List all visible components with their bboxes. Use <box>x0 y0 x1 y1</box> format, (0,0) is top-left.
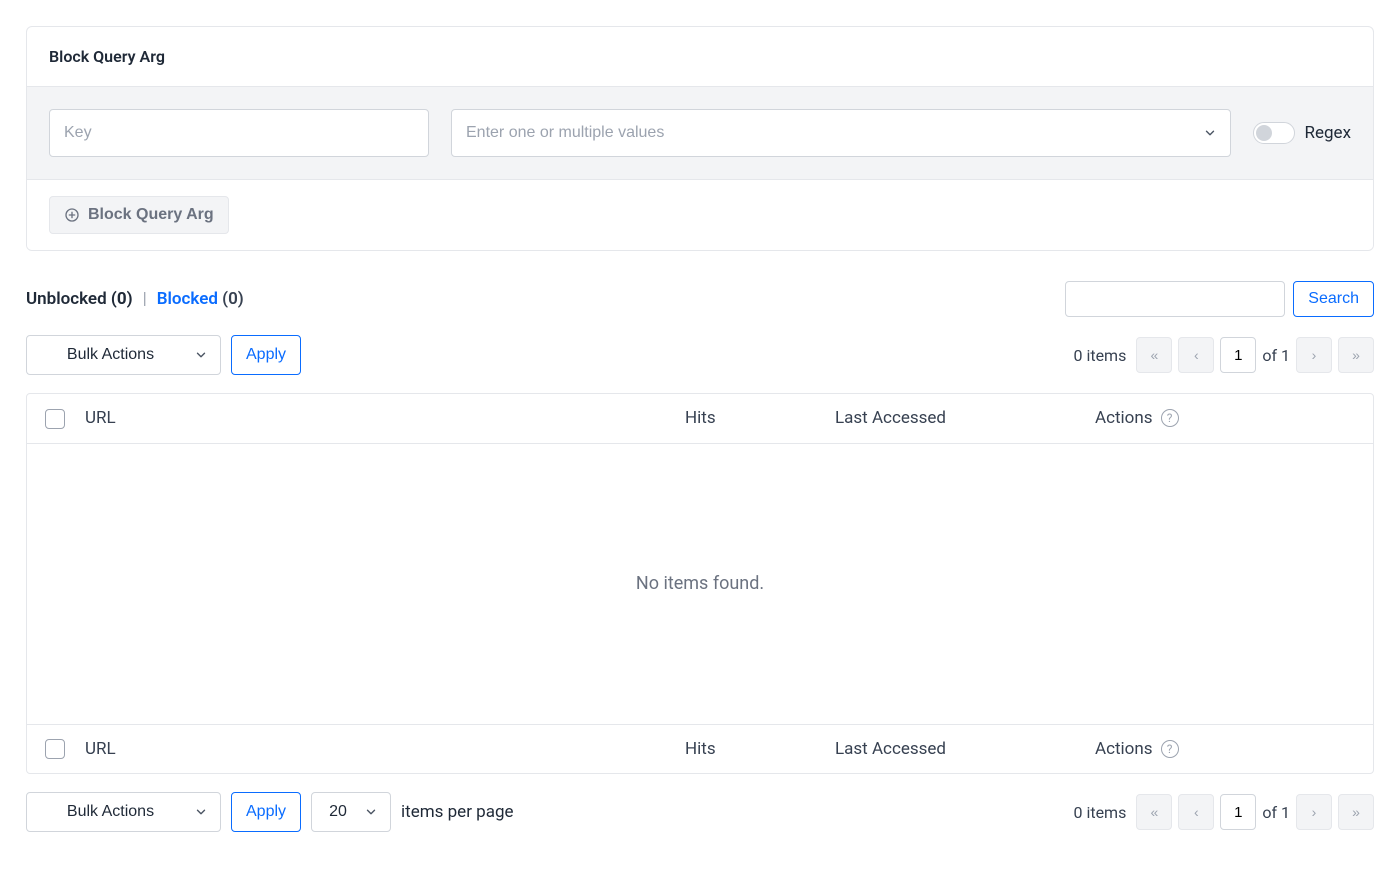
items-count-bottom: 0 items <box>1073 803 1126 822</box>
page-prev-button[interactable]: ‹ <box>1178 794 1214 830</box>
chevron-down-icon <box>194 805 208 819</box>
apply-button-top[interactable]: Apply <box>231 335 301 375</box>
table-body-empty: No items found. <box>27 444 1373 724</box>
page-of-label-bottom: of 1 <box>1262 803 1290 822</box>
help-icon[interactable]: ? <box>1161 740 1179 758</box>
tab-unblocked-count: (0) <box>111 289 133 309</box>
bulk-actions-label: Bulk Actions <box>67 346 154 364</box>
add-button-label: Block Query Arg <box>88 206 214 224</box>
search-button[interactable]: Search <box>1293 281 1374 317</box>
page-input-top[interactable] <box>1220 337 1256 373</box>
regex-toggle[interactable] <box>1253 122 1295 144</box>
help-icon[interactable]: ? <box>1161 409 1179 427</box>
plus-circle-icon <box>64 207 80 223</box>
apply-label: Apply <box>246 346 286 364</box>
block-query-arg-card: Block Query Arg Regex Block Query Arg <box>26 26 1374 251</box>
apply-button-bottom[interactable]: Apply <box>231 792 301 832</box>
select-all-checkbox-bottom[interactable] <box>45 739 65 759</box>
page-last-button[interactable]: » <box>1338 794 1374 830</box>
pagination-top: 0 items « ‹ of 1 › » <box>1073 337 1374 373</box>
card-footer: Block Query Arg <box>27 180 1373 250</box>
table-footer: URL Hits Last Accessed Actions ? <box>27 724 1373 774</box>
pagination-bottom: 0 items « ‹ of 1 › » <box>1073 794 1374 830</box>
page-of-label: of 1 <box>1262 346 1290 365</box>
filter-tabs: Unblocked (0) | Blocked (0) <box>26 289 244 309</box>
tab-unblocked-label: Unblocked <box>26 289 107 309</box>
regex-toggle-wrap: Regex <box>1253 122 1351 144</box>
apply-label-bottom: Apply <box>246 803 286 821</box>
values-input[interactable] <box>451 109 1231 157</box>
results-table: URL Hits Last Accessed Actions ? No item… <box>26 393 1374 774</box>
items-count-top: 0 items <box>1073 346 1126 365</box>
page-last-button[interactable]: » <box>1338 337 1374 373</box>
empty-text: No items found. <box>636 573 764 594</box>
search-button-label: Search <box>1308 290 1359 308</box>
tab-unblocked[interactable]: Unblocked (0) <box>26 289 133 309</box>
chevron-down-icon <box>194 348 208 362</box>
tab-blocked-label: Blocked <box>157 289 218 309</box>
bulk-left-bottom: Bulk Actions Apply 20 items per page <box>26 792 514 832</box>
bulk-actions-label-bottom: Bulk Actions <box>67 803 154 821</box>
tab-blocked-count: (0) <box>222 289 244 309</box>
chevron-down-icon <box>364 805 378 819</box>
page-prev-button[interactable]: ‹ <box>1178 337 1214 373</box>
col-url: URL <box>77 408 677 428</box>
col-hits: Hits <box>677 408 827 428</box>
table-header: URL Hits Last Accessed Actions ? <box>27 394 1373 444</box>
search-input[interactable] <box>1065 281 1285 317</box>
items-per-page-label: items per page <box>401 802 514 822</box>
select-all-checkbox-top[interactable] <box>45 409 65 429</box>
bulk-actions-select-bottom[interactable]: Bulk Actions <box>26 792 221 832</box>
page-next-button[interactable]: › <box>1296 794 1332 830</box>
page-first-button[interactable]: « <box>1136 337 1172 373</box>
col-last-accessed: Last Accessed <box>827 408 1087 428</box>
add-block-query-arg-button[interactable]: Block Query Arg <box>49 196 229 234</box>
col-url-bottom: URL <box>77 739 677 759</box>
page-next-button[interactable]: › <box>1296 337 1332 373</box>
card-title: Block Query Arg <box>27 27 1373 86</box>
items-per-page-select[interactable]: 20 <box>311 792 391 832</box>
tab-blocked[interactable]: Blocked (0) <box>157 289 244 309</box>
page-first-button[interactable]: « <box>1136 794 1172 830</box>
search-row: Search <box>1065 281 1374 317</box>
col-hits-bottom: Hits <box>677 739 827 759</box>
tab-separator: | <box>143 289 147 309</box>
card-body: Regex <box>27 86 1373 180</box>
col-actions-label-bottom: Actions <box>1095 739 1153 759</box>
col-actions: Actions ? <box>1087 408 1367 428</box>
bulk-left-top: Bulk Actions Apply <box>26 335 301 375</box>
col-actions-label: Actions <box>1095 408 1153 428</box>
col-last-accessed-bottom: Last Accessed <box>827 739 1087 759</box>
page-input-bottom[interactable] <box>1220 794 1256 830</box>
items-per-page-value: 20 <box>329 803 347 821</box>
col-actions-bottom: Actions ? <box>1087 739 1367 759</box>
values-input-wrap <box>451 109 1231 157</box>
regex-label: Regex <box>1305 123 1351 143</box>
bulk-actions-select-top[interactable]: Bulk Actions <box>26 335 221 375</box>
key-input[interactable] <box>49 109 429 157</box>
